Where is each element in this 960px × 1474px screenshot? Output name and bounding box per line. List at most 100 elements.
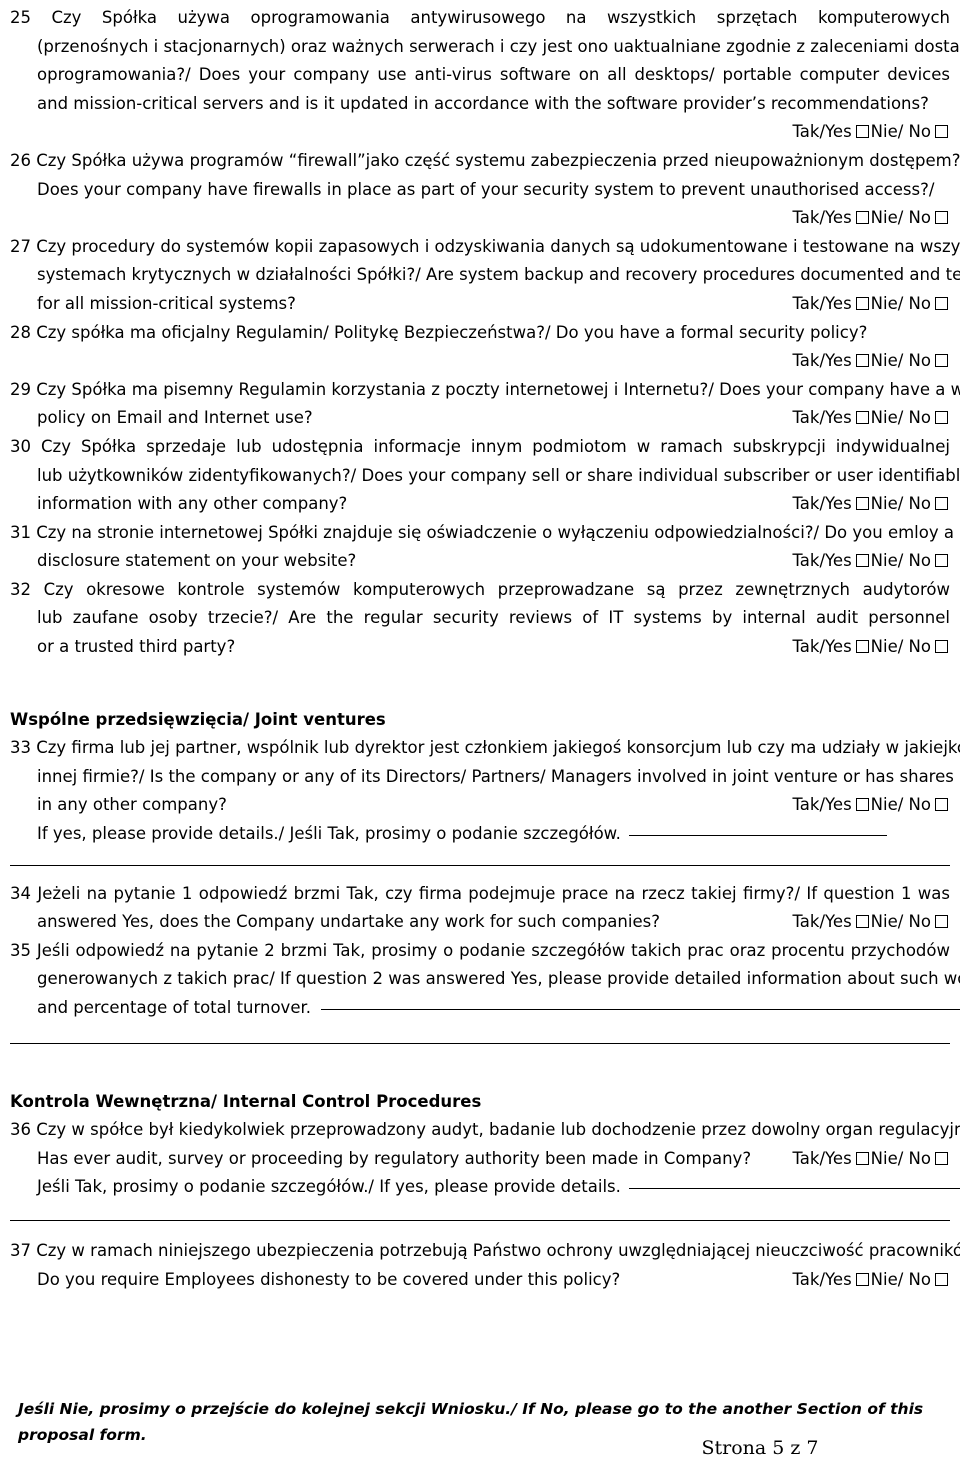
no-label-29: Nie/ No	[870, 408, 931, 428]
question-30-line-1: 30 Czy Spółka sprzedaje lub udostępnia i…	[10, 436, 950, 456]
question-35-line-2: generowanych z takich prac/ If question …	[37, 969, 960, 989]
yes-label-26: Tak/Yes	[792, 208, 852, 228]
question-34-line-1: 34 Jeżeli na pytanie 1 odpowiedź brzmi T…	[10, 883, 950, 903]
question-34: 34 Jeżeli na pytanie 1 odpowiedź brzmi T…	[10, 880, 950, 937]
question-33-details-input[interactable]	[628, 835, 887, 837]
question-29-line-2-text: policy on Email and Internet use?	[37, 408, 313, 428]
question-25-line-3: oprogramowania?/ Does your company use a…	[37, 65, 950, 85]
yes-checkbox-30[interactable]	[855, 497, 869, 511]
yes-checkbox-32[interactable]	[855, 640, 869, 654]
question-36-line-1: 36 Czy w spółce był kiedykolwiek przepro…	[10, 1120, 960, 1140]
question-25-line-1: 25 Czy Spółka używa oprogramowania antyw…	[10, 8, 950, 27]
question-25: 25 Czy Spółka używa oprogramowania antyw…	[10, 4, 960, 147]
yes-label-29: Tak/Yes	[792, 408, 852, 428]
question-33: 33 Czy firma lub jej partner, wspólnik l…	[10, 734, 960, 849]
no-label-37: Nie/ No	[870, 1269, 931, 1289]
answer-group-37: Tak/Yes Nie/ No	[792, 1266, 950, 1295]
answer-group-36: Tak/Yes Nie/ No	[792, 1145, 950, 1174]
question-27-line-1: 27 Czy procedury do systemów kopii zapas…	[10, 236, 960, 256]
heading-joint-ventures: Wspólne przedsięwzięcia/ Joint ventures	[10, 709, 386, 729]
question-35-line-3: and percentage of total turnover.	[10, 994, 960, 1023]
question-31-line-2: disclosure statement on your website? Ta…	[10, 547, 950, 576]
yes-label-37: Tak/Yes	[792, 1269, 852, 1289]
question-37-line-1: 37 Czy w ramach niniejszego ubezpieczeni…	[10, 1240, 960, 1260]
yes-checkbox-25[interactable]	[855, 125, 869, 139]
rule-gap-35	[10, 1023, 950, 1043]
question-35-details-input[interactable]	[321, 1009, 960, 1010]
yes-label-34: Tak/Yes	[792, 912, 852, 932]
question-32-line-1: 32 Czy okresowe kontrole systemów komput…	[10, 579, 950, 599]
no-checkbox-32[interactable]	[935, 640, 948, 654]
rule-gap-33b	[10, 866, 950, 880]
no-checkbox-30[interactable]	[935, 497, 948, 511]
no-label-36: Nie/ No	[870, 1148, 931, 1168]
no-label-28: Nie/ No	[870, 351, 931, 371]
question-36-line-2: Has ever audit, survey or proceeding by …	[10, 1145, 950, 1174]
question-36-details-row: Jeśli Tak, prosimy o podanie szczegółów.…	[10, 1173, 960, 1202]
yes-label-27: Tak/Yes	[792, 293, 852, 313]
yes-checkbox-27[interactable]	[855, 296, 869, 310]
question-25-answer-row: Tak/Yes Nie/ No	[10, 118, 950, 147]
no-checkbox-31[interactable]	[935, 554, 948, 568]
page-number: Strona 5 z 7	[701, 1437, 819, 1459]
question-29-line-1: 29 Czy Spółka ma pisemny Regulamin korzy…	[10, 379, 960, 399]
answer-group-28: Tak/Yes Nie/ No	[792, 347, 950, 376]
question-26-line-1: 26 Czy Spółka używa programów “firewall”…	[10, 150, 960, 170]
answer-group-34: Tak/Yes Nie/ No	[792, 908, 950, 937]
question-28: 28 Czy spółka ma oficjalny Regulamin/ Po…	[10, 319, 950, 376]
question-30-line-2: lub użytkowników zidentyfikowanych?/ Doe…	[37, 465, 960, 485]
question-35-line-3-text: and percentage of total turnover.	[37, 998, 311, 1017]
question-30-line-3: information with any other company? Tak/…	[10, 490, 950, 519]
question-29: 29 Czy Spółka ma pisemny Regulamin korzy…	[10, 376, 960, 433]
document-page: 25 Czy Spółka używa oprogramowania antyw…	[0, 0, 960, 1474]
no-label-25: Nie/ No	[870, 122, 931, 142]
question-31-line-2-text: disclosure statement on your website?	[37, 551, 357, 571]
yes-checkbox-29[interactable]	[855, 411, 869, 425]
question-33-line-2: innej firmie?/ Is the company or any of …	[37, 766, 954, 786]
question-34-line-2-text: answered Yes, does the Company undartake…	[37, 912, 660, 932]
question-33-line-3-text: in any other company?	[37, 795, 227, 815]
question-30-line-3-text: information with any other company?	[37, 494, 348, 514]
yes-checkbox-36[interactable]	[855, 1151, 869, 1165]
yes-checkbox-28[interactable]	[855, 354, 869, 368]
page-content: 25 Czy Spółka używa oprogramowania antyw…	[10, 4, 960, 1295]
yes-checkbox-37[interactable]	[855, 1272, 869, 1286]
no-checkbox-26[interactable]	[935, 211, 948, 225]
question-33-details-prompt: If yes, please provide details./ Jeśli T…	[37, 824, 621, 844]
question-27-line-2: systemach krytycznych w działalności Spó…	[37, 265, 960, 285]
rule-gap-36b	[10, 1221, 950, 1237]
question-30: 30 Czy Spółka sprzedaje lub udostępnia i…	[10, 433, 960, 519]
question-32-line-3: or a trusted third party? Tak/Yes Nie/ No	[10, 633, 950, 662]
yes-checkbox-31[interactable]	[855, 554, 869, 568]
question-29-line-2: policy on Email and Internet use? Tak/Ye…	[10, 404, 950, 433]
yes-checkbox-33[interactable]	[855, 798, 869, 812]
answer-group-33: Tak/Yes Nie/ No	[792, 791, 950, 820]
question-26-line-2: Does your company have firewalls in plac…	[37, 179, 935, 199]
question-36-line-2-text: Has ever audit, survey or proceeding by …	[37, 1148, 752, 1168]
question-36-details-input[interactable]	[628, 1188, 960, 1190]
question-37-line-2: Do you require Employees dishonesty to b…	[10, 1266, 950, 1295]
question-31-line-1: 31 Czy na stronie internetowej Spółki zn…	[10, 522, 960, 542]
yes-label-28: Tak/Yes	[792, 351, 852, 371]
answer-group-27: Tak/Yes Nie/ No	[792, 290, 950, 319]
no-checkbox-37[interactable]	[935, 1272, 948, 1286]
question-25-line-4: and mission-critical servers and is it u…	[37, 93, 929, 113]
question-25-line-2: (przenośnych i stacjonarnych) oraz ważny…	[37, 36, 960, 56]
yes-label-30: Tak/Yes	[792, 494, 852, 514]
no-checkbox-34[interactable]	[935, 915, 948, 929]
no-checkbox-33[interactable]	[935, 798, 948, 812]
no-checkbox-27[interactable]	[935, 296, 948, 310]
question-35-line-1: 35 Jeśli odpowiedź na pytanie 2 brzmi Ta…	[10, 940, 950, 960]
yes-checkbox-34[interactable]	[855, 915, 869, 929]
no-checkbox-28[interactable]	[935, 354, 948, 368]
section-spacer-joint-ventures	[10, 662, 950, 706]
no-label-34: Nie/ No	[870, 912, 931, 932]
no-label-30: Nie/ No	[870, 494, 931, 514]
yes-checkbox-26[interactable]	[855, 211, 869, 225]
no-checkbox-36[interactable]	[935, 1151, 948, 1165]
question-33-details-row: If yes, please provide details./ Jeśli T…	[10, 820, 950, 849]
question-36: 36 Czy w spółce był kiedykolwiek przepro…	[10, 1116, 960, 1202]
no-checkbox-25[interactable]	[935, 125, 948, 139]
yes-label-31: Tak/Yes	[792, 551, 852, 571]
no-checkbox-29[interactable]	[935, 411, 948, 425]
